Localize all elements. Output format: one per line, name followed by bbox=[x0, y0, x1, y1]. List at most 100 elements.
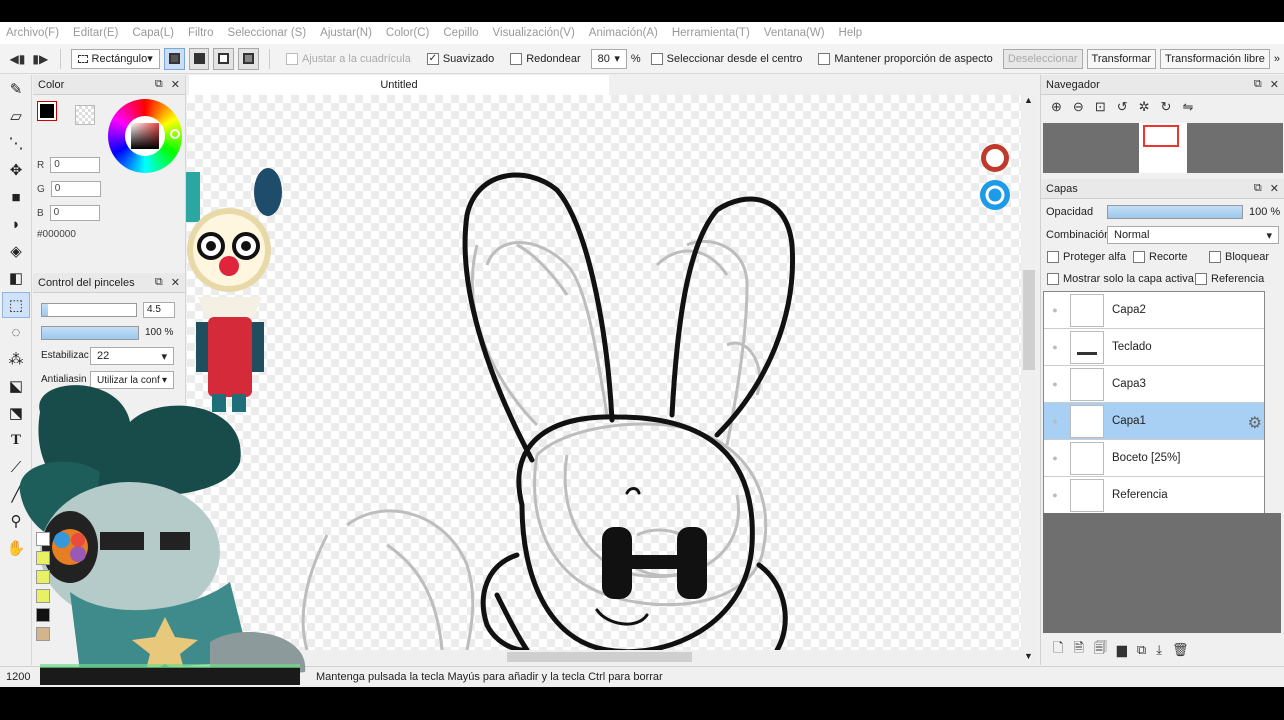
palette-swatch[interactable] bbox=[36, 608, 50, 622]
new-layer-icon[interactable]: 🗋 bbox=[1053, 639, 1063, 661]
close-icon[interactable]: ✕ bbox=[1270, 78, 1279, 91]
menu-item-select[interactable]: Seleccionar (S) bbox=[228, 27, 307, 39]
zoom-out-icon[interactable]: ⊖ bbox=[1073, 99, 1084, 115]
from-center-checkbox[interactable]: Seleccionar desde el centro bbox=[650, 52, 802, 65]
lasso-fill-icon[interactable]: ◗ bbox=[2, 211, 30, 237]
menu-item-tool[interactable]: Herramienta(T) bbox=[672, 27, 750, 39]
menu-item-adjust[interactable]: Ajustar(N) bbox=[320, 27, 372, 39]
hue-handle[interactable] bbox=[170, 129, 180, 139]
visibility-dot-icon[interactable]: ● bbox=[1044, 416, 1066, 426]
float-icon[interactable]: ⧉ bbox=[155, 276, 163, 289]
lasso-icon[interactable]: ◌ bbox=[2, 319, 30, 345]
blend-mode-dropdown[interactable]: Normal ▾ bbox=[1107, 226, 1279, 244]
menu-item-window[interactable]: Ventana(W) bbox=[764, 27, 825, 39]
show-only-active-checkbox[interactable]: Mostrar solo la capa activa bbox=[1047, 273, 1194, 285]
menu-item-animation[interactable]: Animación(A) bbox=[589, 27, 658, 39]
rotate-left-icon[interactable]: ↺ bbox=[1117, 99, 1128, 115]
palette-swatch[interactable] bbox=[36, 589, 50, 603]
reference-checkbox[interactable]: Referencia bbox=[1195, 273, 1264, 285]
flip-icon[interactable]: ⇋ bbox=[1182, 99, 1193, 115]
layer-row-boceto[interactable]: ● Boceto [25%] bbox=[1044, 440, 1264, 477]
transform-button[interactable]: Transformar bbox=[1086, 48, 1157, 69]
duplicate-layer-icon[interactable]: ⧉ bbox=[1137, 642, 1146, 658]
vertical-scroll-thumb[interactable] bbox=[1023, 270, 1035, 370]
shape-dropdown[interactable]: Rectángulo ▾ bbox=[70, 48, 160, 69]
keep-ratio-checkbox[interactable]: Mantener proporción de aspecto bbox=[818, 52, 993, 65]
magic-wand-icon[interactable]: ⁂ bbox=[2, 346, 30, 372]
background-color-swatch[interactable] bbox=[75, 105, 95, 125]
menu-item-file[interactable]: Archivo(F) bbox=[6, 27, 59, 39]
close-icon[interactable]: ✕ bbox=[1270, 182, 1279, 195]
layer-row-referencia[interactable]: ● Referencia bbox=[1044, 477, 1264, 514]
fill-rect-icon[interactable]: ■ bbox=[2, 184, 30, 210]
selection-mode-subtract[interactable] bbox=[213, 47, 235, 70]
toolbar-overflow-icon[interactable]: » bbox=[1274, 53, 1280, 65]
foreground-color-swatch[interactable] bbox=[37, 101, 57, 121]
clip-checkbox[interactable]: Recorte bbox=[1133, 251, 1188, 263]
lock-checkbox[interactable]: Bloquear bbox=[1209, 251, 1269, 263]
brush-size-slider[interactable] bbox=[41, 303, 137, 317]
visibility-dot-icon[interactable]: ● bbox=[1044, 342, 1066, 352]
new-raster-layer-icon[interactable]: 🗎 bbox=[1073, 639, 1083, 661]
layer-row-teclado[interactable]: ● Teclado bbox=[1044, 329, 1264, 366]
select-rect-icon[interactable]: ⬚ bbox=[2, 292, 30, 318]
palette-swatch[interactable] bbox=[36, 570, 50, 584]
navigator-viewport-box[interactable] bbox=[1143, 125, 1179, 147]
visibility-dot-icon[interactable]: ● bbox=[1044, 379, 1066, 389]
menu-item-help[interactable]: Help bbox=[839, 27, 863, 39]
float-icon[interactable]: ⧉ bbox=[155, 78, 163, 91]
rounded-value-dropdown[interactable]: 80 ▾ bbox=[590, 48, 627, 69]
pen-icon[interactable]: ✎ bbox=[2, 76, 30, 102]
saturation-square[interactable] bbox=[131, 123, 159, 149]
snap-grid-checkbox[interactable]: Ajustar a la cuadrícula bbox=[285, 52, 411, 65]
float-icon[interactable]: ⧉ bbox=[1254, 182, 1262, 195]
menu-item-color[interactable]: Color(C) bbox=[386, 27, 429, 39]
protect-alpha-checkbox[interactable]: Proteger alfa bbox=[1047, 251, 1126, 263]
selection-mode-new[interactable] bbox=[163, 47, 185, 70]
horizontal-scroll-thumb[interactable] bbox=[507, 652, 692, 662]
selection-mode-intersect[interactable] bbox=[238, 47, 260, 70]
visibility-dot-icon[interactable]: ● bbox=[1044, 490, 1066, 500]
color-wheel[interactable] bbox=[108, 99, 182, 173]
document-tab[interactable]: Untitled bbox=[189, 75, 609, 95]
new-folder-icon[interactable]: ▆ bbox=[1117, 642, 1127, 658]
red-input[interactable]: 0 bbox=[50, 157, 101, 173]
canvas-vertical-scrollbar[interactable]: ▲ ▼ bbox=[1021, 95, 1037, 665]
palette-swatch[interactable] bbox=[36, 532, 50, 546]
eraser-icon[interactable]: ▱ bbox=[2, 103, 30, 129]
move-icon[interactable]: ✥ bbox=[2, 157, 30, 183]
redo-arrow-icon[interactable]: ▮▶ bbox=[31, 48, 50, 70]
float-icon[interactable]: ⧉ bbox=[1254, 78, 1262, 91]
antialias-checkbox[interactable]: ✓ Suavizado bbox=[426, 52, 494, 65]
layer-row-capa2[interactable]: ● Capa2 bbox=[1044, 292, 1264, 329]
deselect-button[interactable]: Deseleccionar bbox=[1002, 48, 1083, 69]
undo-arrow-icon[interactable]: ◀▮ bbox=[8, 48, 27, 70]
bucket-icon[interactable]: ◈ bbox=[2, 238, 30, 264]
menu-item-view[interactable]: Visualización(V) bbox=[493, 27, 575, 39]
rotate-right-icon[interactable]: ↻ bbox=[1161, 99, 1172, 115]
menu-item-brush[interactable]: Cepillo bbox=[443, 27, 478, 39]
selection-mode-add[interactable] bbox=[188, 47, 210, 70]
blue-input[interactable]: 0 bbox=[49, 205, 100, 221]
menu-item-edit[interactable]: Editar(E) bbox=[73, 27, 118, 39]
palette-swatch[interactable] bbox=[36, 627, 50, 641]
palette-swatch[interactable] bbox=[36, 551, 50, 565]
visibility-dot-icon[interactable]: ● bbox=[1044, 305, 1066, 315]
merge-down-icon[interactable]: ⤓ bbox=[1156, 642, 1162, 658]
layer-row-capa3[interactable]: ● Capa3 bbox=[1044, 366, 1264, 403]
scroll-up-icon[interactable]: ▲ bbox=[1024, 95, 1033, 105]
fit-window-icon[interactable]: ⊡ bbox=[1095, 99, 1106, 115]
menu-item-filter[interactable]: Filtro bbox=[188, 27, 214, 39]
menu-item-layer[interactable]: Capa(L) bbox=[132, 27, 174, 39]
green-input[interactable]: 0 bbox=[50, 181, 101, 197]
dot-pen-icon[interactable]: ⋱ bbox=[2, 130, 30, 156]
delete-layer-icon[interactable]: 🗑 bbox=[1172, 642, 1189, 658]
stabilizer-dropdown[interactable]: 22 ▾ bbox=[90, 347, 174, 365]
layer-row-capa1[interactable]: ● Capa1 ⚙ bbox=[1044, 403, 1264, 440]
rounded-checkbox[interactable]: Redondear bbox=[510, 52, 581, 65]
layer-opacity-slider[interactable] bbox=[1107, 205, 1243, 219]
gear-icon[interactable]: ⚙ bbox=[1248, 413, 1262, 433]
zoom-in-icon[interactable]: ⊕ bbox=[1051, 99, 1062, 115]
scroll-down-icon[interactable]: ▼ bbox=[1024, 651, 1033, 661]
free-transform-button[interactable]: Transformación libre bbox=[1160, 48, 1270, 69]
